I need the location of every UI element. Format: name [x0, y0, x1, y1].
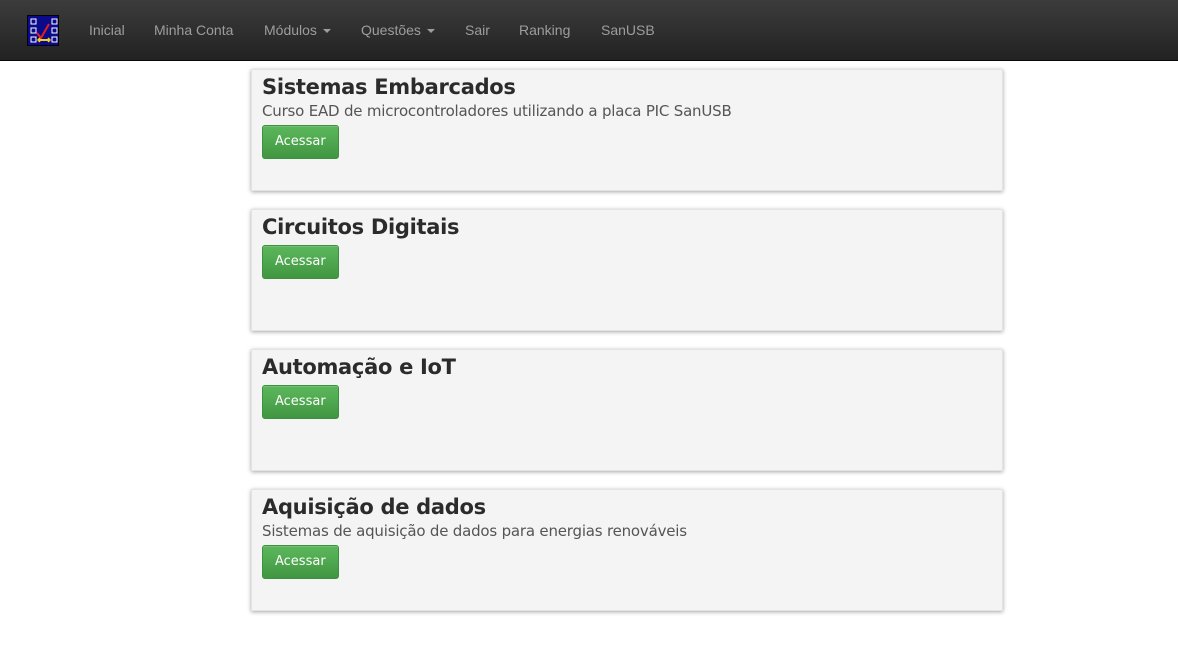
acessar-button[interactable]: Acessar — [262, 385, 339, 419]
module-card-automacao-iot: Automação e IoT Acessar — [251, 349, 1003, 471]
acessar-button[interactable]: Acessar — [262, 545, 339, 579]
module-title: Circuitos Digitais — [262, 215, 460, 239]
acessar-button[interactable]: Acessar — [262, 125, 339, 159]
module-description: Curso EAD de microcontroladores utilizan… — [262, 102, 732, 120]
module-card-aquisicao-de-dados: Aquisição de dados Sistemas de aquisição… — [251, 489, 1003, 611]
acessar-button[interactable]: Acessar — [262, 245, 339, 279]
nav-modulos-label: Módulos — [264, 22, 317, 38]
top-navbar: Inicial Minha Conta Módulos Questões Sai… — [0, 0, 1178, 61]
caret-down-icon — [322, 29, 331, 34]
nav-modulos-dropdown[interactable]: Módulos — [264, 0, 331, 61]
module-title: Aquisição de dados — [262, 495, 486, 519]
module-title: Automação e IoT — [262, 355, 456, 379]
nav-questoes-dropdown[interactable]: Questões — [361, 0, 435, 61]
nav-questoes-label: Questões — [361, 22, 421, 38]
nav-minha-conta[interactable]: Minha Conta — [154, 0, 233, 61]
sanusb-logo-icon[interactable] — [27, 15, 59, 46]
module-card-sistemas-embarcados: Sistemas Embarcados Curso EAD de microco… — [251, 69, 1003, 191]
module-description: Sistemas de aquisição de dados para ener… — [262, 522, 687, 540]
nav-inicial[interactable]: Inicial — [89, 0, 125, 61]
caret-down-icon — [426, 29, 435, 34]
nav-ranking[interactable]: Ranking — [519, 0, 570, 61]
nav-sanusb[interactable]: SanUSB — [601, 0, 655, 61]
nav-sair[interactable]: Sair — [465, 0, 490, 61]
module-card-circuitos-digitais: Circuitos Digitais Acessar — [251, 209, 1003, 331]
module-title: Sistemas Embarcados — [262, 75, 516, 99]
